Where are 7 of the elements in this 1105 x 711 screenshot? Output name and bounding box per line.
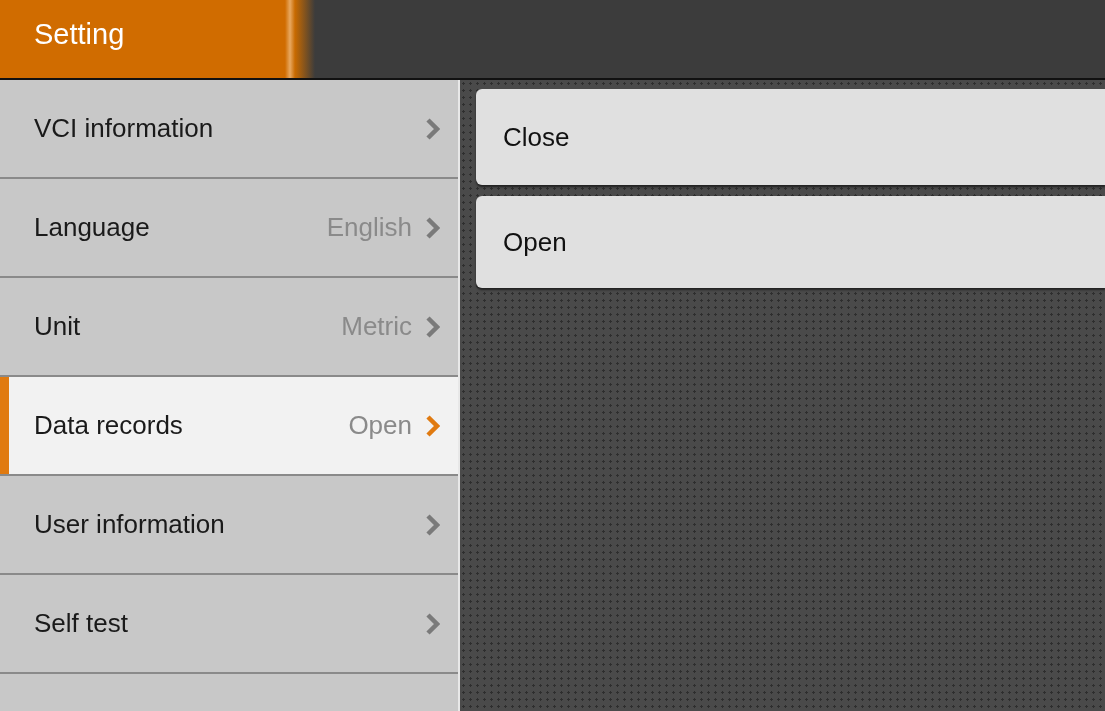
settings-menu-item[interactable]: User information	[0, 476, 458, 575]
settings-menu-item[interactable]: Data records Open	[0, 377, 458, 476]
option-button[interactable]: Close	[476, 89, 1105, 185]
settings-menu-item[interactable]: Self test	[0, 575, 458, 674]
option-button[interactable]: Open	[476, 196, 1105, 288]
settings-menu-item[interactable]: VCI information	[0, 80, 458, 179]
settings-menu-item[interactable]: Language English	[0, 179, 458, 278]
